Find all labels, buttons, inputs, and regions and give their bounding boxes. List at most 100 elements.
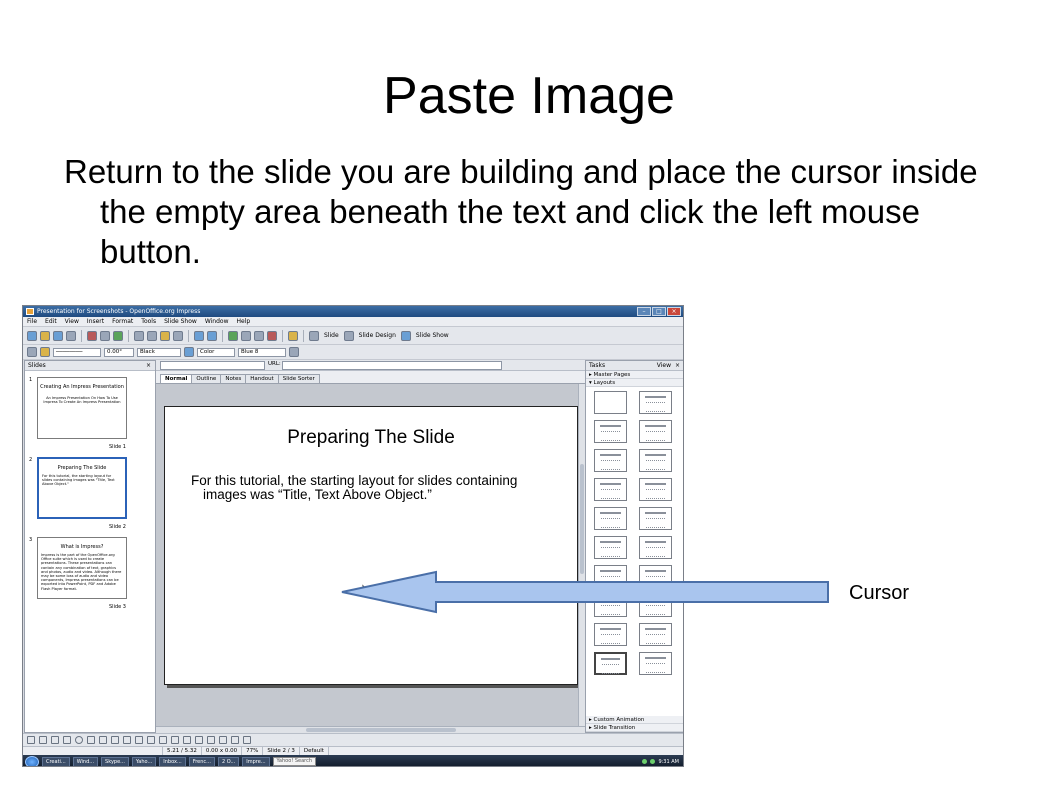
- basic-shapes-icon[interactable]: [123, 736, 131, 744]
- export-pdf-icon[interactable]: [87, 330, 97, 341]
- points-icon[interactable]: [195, 736, 203, 744]
- line-style-icon[interactable]: [40, 347, 50, 357]
- layout-chart-text[interactable]: [639, 536, 672, 559]
- taskbar-item[interactable]: Skype...: [101, 756, 129, 766]
- connector-icon[interactable]: [111, 736, 119, 744]
- new-icon[interactable]: [27, 330, 37, 341]
- layout-text-image[interactable]: [594, 536, 627, 559]
- redo-icon[interactable]: [207, 330, 217, 341]
- menu-help[interactable]: Help: [237, 317, 251, 326]
- email-icon[interactable]: [66, 330, 76, 341]
- taskbar-search-input[interactable]: Yahoo! Search: [272, 757, 317, 766]
- section-custom-animation[interactable]: ▸ Custom Animation: [586, 716, 683, 724]
- slide-design-button[interactable]: Slide Design: [357, 332, 398, 339]
- grid-icon[interactable]: [254, 330, 264, 341]
- taskbar-item[interactable]: Creati...: [42, 756, 70, 766]
- taskbar-item[interactable]: Inbox...: [159, 756, 186, 766]
- cut-icon[interactable]: [134, 330, 144, 341]
- slide-show-button[interactable]: Slide Show: [414, 332, 451, 339]
- slide-thumbnail-2[interactable]: Preparing The Slide For this tutorial, t…: [37, 457, 127, 519]
- callouts-icon[interactable]: [171, 736, 179, 744]
- paste-icon[interactable]: [160, 330, 170, 341]
- layout-title-slide[interactable]: [594, 449, 627, 472]
- slide-button[interactable]: Slide: [322, 332, 341, 339]
- section-slide-transition[interactable]: ▸ Slide Transition: [586, 724, 683, 732]
- curve-icon[interactable]: [99, 736, 107, 744]
- select-arrow-icon[interactable]: [27, 347, 37, 357]
- layout-title-content[interactable]: [594, 420, 627, 443]
- menu-window[interactable]: Window: [205, 317, 229, 326]
- tab-outline[interactable]: Outline: [191, 374, 222, 383]
- save-icon[interactable]: [53, 330, 63, 341]
- close-pane-icon[interactable]: ×: [146, 361, 151, 371]
- horizontal-scrollbar[interactable]: [156, 726, 592, 733]
- copy-icon[interactable]: [147, 330, 157, 341]
- open-icon[interactable]: [40, 330, 50, 341]
- print-icon[interactable]: [100, 330, 110, 341]
- menu-edit[interactable]: Edit: [45, 317, 57, 326]
- section-layouts[interactable]: ▾ Layouts: [586, 379, 683, 387]
- layout-table[interactable]: [639, 478, 672, 501]
- layout-title-text-over-object[interactable]: [639, 623, 672, 646]
- close-pane-icon[interactable]: ×: [675, 361, 680, 371]
- line-icon[interactable]: [39, 736, 47, 744]
- fill-mode-select[interactable]: Color: [197, 347, 235, 357]
- slide-thumbnail-3[interactable]: What is Impress? Impress is the part of …: [37, 537, 127, 599]
- menu-insert[interactable]: Insert: [87, 317, 104, 326]
- layout-title-2-rows[interactable]: [639, 652, 672, 675]
- current-slide[interactable]: Preparing The Slide For this tutorial, t…: [164, 406, 578, 685]
- taskbar-item[interactable]: 2 O...: [217, 756, 240, 766]
- menu-tools[interactable]: Tools: [141, 317, 156, 326]
- tab-handout[interactable]: Handout: [245, 374, 279, 383]
- tab-normal[interactable]: Normal: [160, 374, 193, 383]
- menu-file[interactable]: File: [27, 317, 37, 326]
- clone-format-icon[interactable]: [173, 330, 183, 341]
- new-slide-icon[interactable]: [309, 330, 319, 341]
- tab-notes[interactable]: Notes: [220, 374, 247, 383]
- spellcheck-icon[interactable]: [113, 330, 123, 341]
- close-button[interactable]: ×: [667, 307, 681, 316]
- ellipse-icon[interactable]: [75, 736, 83, 744]
- from-file-icon[interactable]: [219, 736, 227, 744]
- menu-slide-show[interactable]: Slide Show: [164, 317, 197, 326]
- taskbar-item[interactable]: Wind...: [72, 756, 99, 766]
- taskbar-item[interactable]: Yaho...: [131, 756, 157, 766]
- rectangle-icon[interactable]: [63, 736, 71, 744]
- slide-show-icon[interactable]: [400, 330, 411, 341]
- minimize-button[interactable]: –: [637, 307, 651, 316]
- style-select[interactable]: [160, 361, 265, 370]
- status-zoom[interactable]: 77%: [242, 747, 264, 755]
- slide-design-icon[interactable]: [343, 330, 354, 341]
- block-arrows-icon[interactable]: [147, 736, 155, 744]
- menu-format[interactable]: Format: [112, 317, 133, 326]
- layout-title-2-content[interactable]: [639, 420, 672, 443]
- current-slide-title[interactable]: Preparing The Slide: [165, 427, 577, 449]
- undo-icon[interactable]: [194, 330, 204, 341]
- shadow-icon[interactable]: [289, 347, 299, 357]
- slide-thumbnail-1[interactable]: Creating An Impress Presentation An Impr…: [37, 377, 127, 439]
- area-fill-icon[interactable]: [184, 347, 194, 357]
- start-button[interactable]: [25, 755, 39, 766]
- network-icon[interactable]: [642, 759, 648, 764]
- text-icon[interactable]: [87, 736, 95, 744]
- select-icon[interactable]: [27, 736, 35, 744]
- fill-color-select[interactable]: Blue 8: [238, 347, 286, 357]
- vertical-scrollbar[interactable]: [578, 384, 585, 733]
- arrow-line-icon[interactable]: [51, 736, 59, 744]
- current-slide-body[interactable]: For this tutorial, the starting layout f…: [191, 474, 531, 502]
- scroll-thumb[interactable]: [580, 464, 584, 574]
- url-input[interactable]: [282, 361, 502, 370]
- scroll-thumb[interactable]: [306, 728, 456, 732]
- layout-title-text-above-object[interactable]: [594, 652, 627, 675]
- layout-blank[interactable]: [594, 391, 627, 414]
- stars-icon[interactable]: [183, 736, 191, 744]
- symbol-shapes-icon[interactable]: [135, 736, 143, 744]
- flowchart-icon[interactable]: [159, 736, 167, 744]
- gallery-icon[interactable]: [231, 736, 239, 744]
- fontwork-icon[interactable]: [207, 736, 215, 744]
- line-color-select[interactable]: Black: [137, 347, 181, 357]
- taskbar-item[interactable]: Frenc...: [188, 756, 215, 766]
- layout-chart[interactable]: [594, 478, 627, 501]
- table-icon[interactable]: [241, 330, 251, 341]
- slide-canvas[interactable]: Preparing The Slide For this tutorial, t…: [156, 383, 592, 733]
